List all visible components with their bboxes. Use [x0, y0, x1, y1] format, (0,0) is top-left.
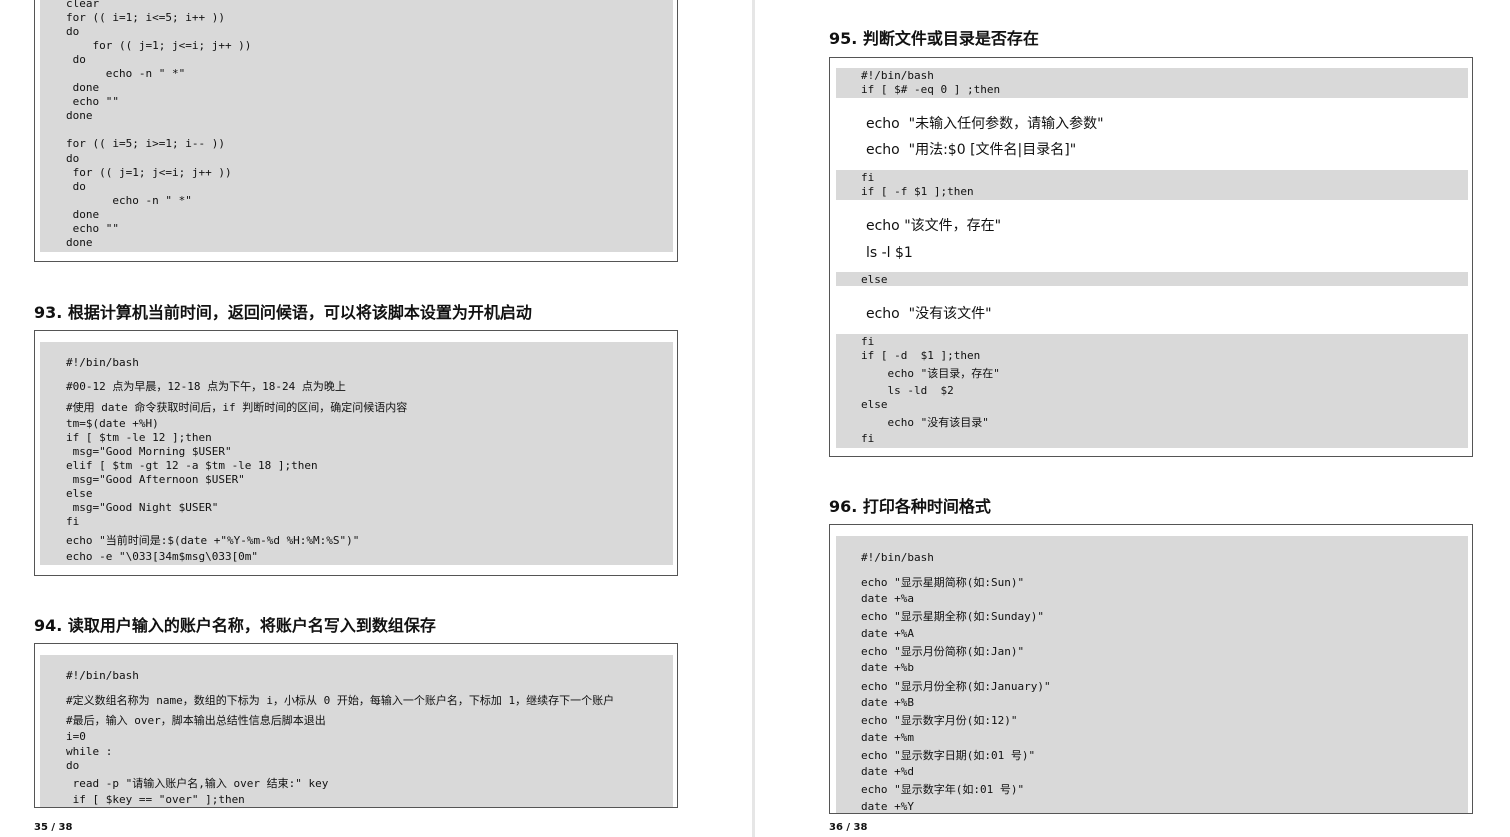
code-block: #!/bin/bash #定义数组名称为 name，数组的下标为 i，小标从 0…	[40, 655, 673, 807]
code-line: else	[861, 398, 888, 411]
code-line: do	[66, 53, 86, 66]
code-line: date +%m	[861, 731, 914, 744]
code-line: echo -n " *"	[66, 67, 186, 80]
code-line: echo ""	[66, 95, 119, 108]
code-line: while :	[66, 745, 113, 758]
code-line: else	[66, 487, 93, 500]
code-line: if [ -f $1 ];then	[861, 185, 974, 198]
code-box-94: #!/bin/bash #定义数组名称为 name，数组的下标为 i，小标从 0…	[34, 643, 678, 808]
code-line: echo ""	[66, 222, 119, 235]
code-line: for (( i=5; i>=1; i-- ))	[66, 137, 225, 150]
code-line: echo "当前时间是:$(date +"%Y-%m-%d %H:%M:%S")…	[66, 534, 360, 547]
section-95-title: 95. 判断文件或目录是否存在	[829, 29, 1039, 48]
code-line: date +%a	[861, 592, 914, 605]
section-94-title: 94. 读取用户输入的账户名称，将账户名写入到数组保存	[34, 616, 436, 635]
code-line: date +%B	[861, 696, 914, 709]
page-number: 36 / 38	[829, 822, 868, 833]
code-block: #!/bin/bash #00-12 点为早晨，12-18 点为下午，18-24…	[40, 342, 673, 565]
code-line: if [ -d $1 ];then	[861, 349, 981, 362]
code-line: elif [ $tm -gt 12 -a $tm -le 18 ];then	[66, 459, 318, 472]
code-line: echo -e "\033[34m$msg\033[0m"	[66, 550, 259, 563]
page-35: clear for (( i=1; i<=5; i++ )) do for ((…	[0, 0, 752, 837]
code-line: if [ $# -eq 0 ] ;then	[861, 83, 1001, 96]
code-line: #定义数组名称为 name，数组的下标为 i，小标从 0 开始，每输入一个账户名…	[66, 694, 615, 707]
code-line: echo "未输入任何参数，请输入参数"	[866, 116, 1104, 132]
code-line: done	[66, 109, 93, 122]
code-box-continued: clear for (( i=1; i<=5; i++ )) do for ((…	[34, 0, 678, 262]
code-line: echo "没有该目录"	[861, 416, 989, 429]
code-line: do	[66, 759, 80, 772]
code-line: msg="Good Afternoon $USER"	[66, 473, 245, 486]
code-box-95: #!/bin/bash if [ $# -eq 0 ] ;then echo "…	[829, 57, 1473, 457]
code-line: echo "该文件，存在"	[866, 218, 1002, 234]
code-line: do	[66, 25, 80, 38]
code-line: #使用 date 命令获取时间后，if 判断时间的区间，确定问候语内容	[66, 401, 408, 414]
code-line: echo "没有该文件"	[866, 306, 992, 322]
code-line: if [ $tm -le 12 ];then	[66, 431, 212, 444]
code-line: done	[66, 81, 100, 94]
code-line: date +%d	[861, 765, 914, 778]
code-line: date +%Y	[861, 800, 914, 813]
code-line: #!/bin/bash	[861, 69, 934, 82]
code-line: if [ $key == "over" ];then	[66, 793, 245, 806]
code-line: clear	[66, 0, 100, 10]
code-line: echo "显示星期全称(如:Sunday)"	[861, 610, 1044, 623]
code-line: echo "该目录，存在"	[861, 367, 1000, 380]
code-line: for (( i=1; i<=5; i++ ))	[66, 11, 225, 24]
code-line: do	[66, 180, 86, 193]
code-gap	[836, 98, 1468, 170]
section-96-title: 96. 打印各种时间格式	[829, 497, 991, 516]
code-line: done	[66, 236, 93, 249]
code-line: for (( j=1; j<=i; j++ ))	[66, 39, 252, 52]
code-box-93: #!/bin/bash #00-12 点为早晨，12-18 点为下午，18-24…	[34, 330, 678, 576]
code-line: #!/bin/bash	[861, 551, 934, 564]
code-line: do	[66, 152, 80, 165]
code-line: echo "显示数字年(如:01 号)"	[861, 783, 1025, 796]
code-line: fi	[66, 515, 80, 528]
code-line: fi	[861, 335, 875, 348]
code-line: echo -n " *"	[66, 194, 192, 207]
section-93-title: 93. 根据计算机当前时间，返回问候语，可以将该脚本设置为开机启动	[34, 303, 532, 322]
code-block: #!/bin/bash echo "显示星期简称(如:Sun)" date +%…	[836, 536, 1468, 813]
code-line: tm=$(date +%H)	[66, 417, 159, 430]
code-line: echo "显示月份简称(如:Jan)"	[861, 645, 1025, 658]
code-line: ls -ld $2	[861, 384, 954, 397]
code-line: read -p "请输入账户名,输入 over 结束:" key	[66, 777, 329, 790]
code-line: #最后，输入 over，脚本输出总结性信息后脚本退出	[66, 714, 326, 727]
code-line: date +%b	[861, 661, 914, 674]
page-number: 35 / 38	[34, 822, 73, 833]
code-line: for (( j=1; j<=i; j++ ))	[66, 166, 232, 179]
code-line: date +%A	[861, 627, 914, 640]
code-line: fi	[861, 432, 875, 445]
code-line: done	[66, 208, 100, 221]
code-line: fi	[861, 171, 875, 184]
code-line: echo "显示数字月份(如:12)"	[861, 714, 1018, 727]
code-line: #!/bin/bash	[66, 356, 139, 369]
code-line: ls -l $1	[866, 245, 913, 261]
code-block: clear for (( i=1; i<=5; i++ )) do for ((…	[40, 0, 673, 252]
code-line: #00-12 点为早晨，12-18 点为下午，18-24 点为晚上	[66, 380, 346, 393]
code-line: i=0	[66, 730, 86, 743]
code-line: msg="Good Night $USER"	[66, 501, 219, 514]
code-line: echo "显示数字日期(如:01 号)"	[861, 749, 1036, 762]
code-line: msg="Good Morning $USER"	[66, 445, 232, 458]
code-line: #!/bin/bash	[66, 669, 139, 682]
code-line: echo "用法:$0 [文件名|目录名]"	[866, 142, 1077, 158]
code-block: #!/bin/bash if [ $# -eq 0 ] ;then echo "…	[836, 68, 1468, 448]
code-line: echo "显示月份全称(如:January)"	[861, 680, 1051, 693]
code-gap	[836, 200, 1468, 272]
code-line: else	[861, 273, 888, 286]
page-36: 95. 判断文件或目录是否存在 #!/bin/bash if [ $# -eq …	[755, 0, 1510, 837]
code-line: echo "显示星期简称(如:Sun)"	[861, 576, 1025, 589]
code-box-96: #!/bin/bash echo "显示星期简称(如:Sun)" date +%…	[829, 524, 1473, 814]
